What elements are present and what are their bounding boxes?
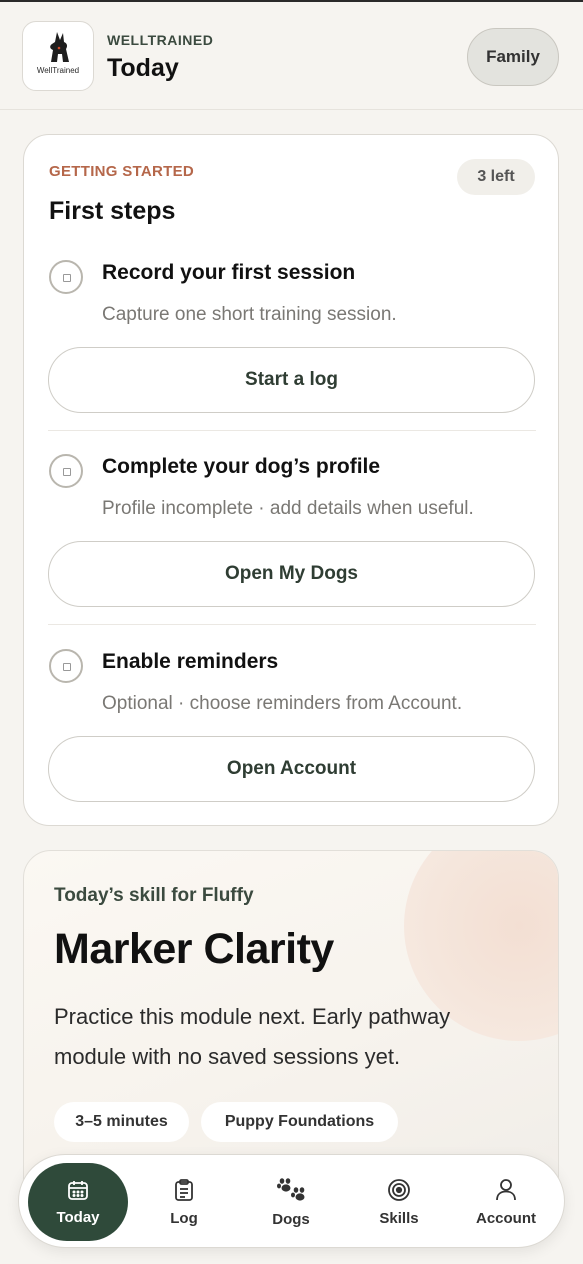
page-title: Today <box>107 54 179 82</box>
user-icon <box>496 1178 516 1200</box>
family-button[interactable]: Family <box>467 28 559 86</box>
logo-text: WellTrained <box>36 66 80 75</box>
step-checkbox[interactable] <box>49 649 83 683</box>
remaining-badge: 3 left <box>457 159 535 195</box>
skill-description: Practice this module next. Early pathway… <box>54 1004 451 1069</box>
nav-label: Log <box>170 1209 198 1227</box>
step-description: Capture one short training session. <box>102 304 397 325</box>
step-description: Profile incomplete · add details when us… <box>102 498 474 519</box>
nav-label: Account <box>476 1209 536 1227</box>
step-title: Enable reminders <box>102 650 279 673</box>
nav-item-account[interactable]: Account <box>466 1163 546 1241</box>
card-eyebrow: GETTING STARTED <box>49 163 195 180</box>
nav-label: Skills <box>379 1209 419 1227</box>
step-description: Optional · choose reminders from Account… <box>102 693 463 714</box>
open-account-button[interactable]: Open Account <box>48 736 535 802</box>
clipboard-icon <box>175 1178 193 1201</box>
bottom-nav: Today Log Dogs Skills Account <box>18 1154 565 1248</box>
first-steps-card: GETTING STARTED First steps 3 left Recor… <box>23 134 559 826</box>
nav-item-today[interactable]: Today <box>28 1163 128 1241</box>
calendar-icon <box>68 1180 88 1200</box>
nav-item-skills[interactable]: Skills <box>359 1163 439 1241</box>
dog-logo-icon <box>50 32 69 62</box>
app-logo[interactable]: WellTrained <box>22 21 94 91</box>
paw-icon <box>277 1177 305 1201</box>
divider <box>48 624 536 625</box>
nav-item-dogs[interactable]: Dogs <box>251 1163 331 1241</box>
skill-kicker: Today’s skill for Fluffy <box>54 885 254 906</box>
pathway-chip: Puppy Foundations <box>201 1102 398 1142</box>
card-title: First steps <box>49 197 176 225</box>
divider <box>48 430 536 431</box>
nav-item-log[interactable]: Log <box>144 1163 224 1241</box>
step-checkbox[interactable] <box>49 454 83 488</box>
target-icon <box>388 1178 410 1201</box>
app-header: WellTrained WELLTRAINED Today Family <box>0 2 583 110</box>
step-title: Complete your dog’s profile <box>102 455 381 478</box>
nav-label: Today <box>56 1208 100 1226</box>
duration-chip: 3–5 minutes <box>54 1102 189 1142</box>
step-checkbox[interactable] <box>49 260 83 294</box>
skill-title: Marker Clarity <box>54 925 334 973</box>
step-title: Record your first session <box>102 261 356 284</box>
nav-label: Dogs <box>272 1210 310 1228</box>
brand-name: WELLTRAINED <box>107 32 214 48</box>
open-my-dogs-button[interactable]: Open My Dogs <box>48 541 535 607</box>
start-log-button[interactable]: Start a log <box>48 347 535 413</box>
